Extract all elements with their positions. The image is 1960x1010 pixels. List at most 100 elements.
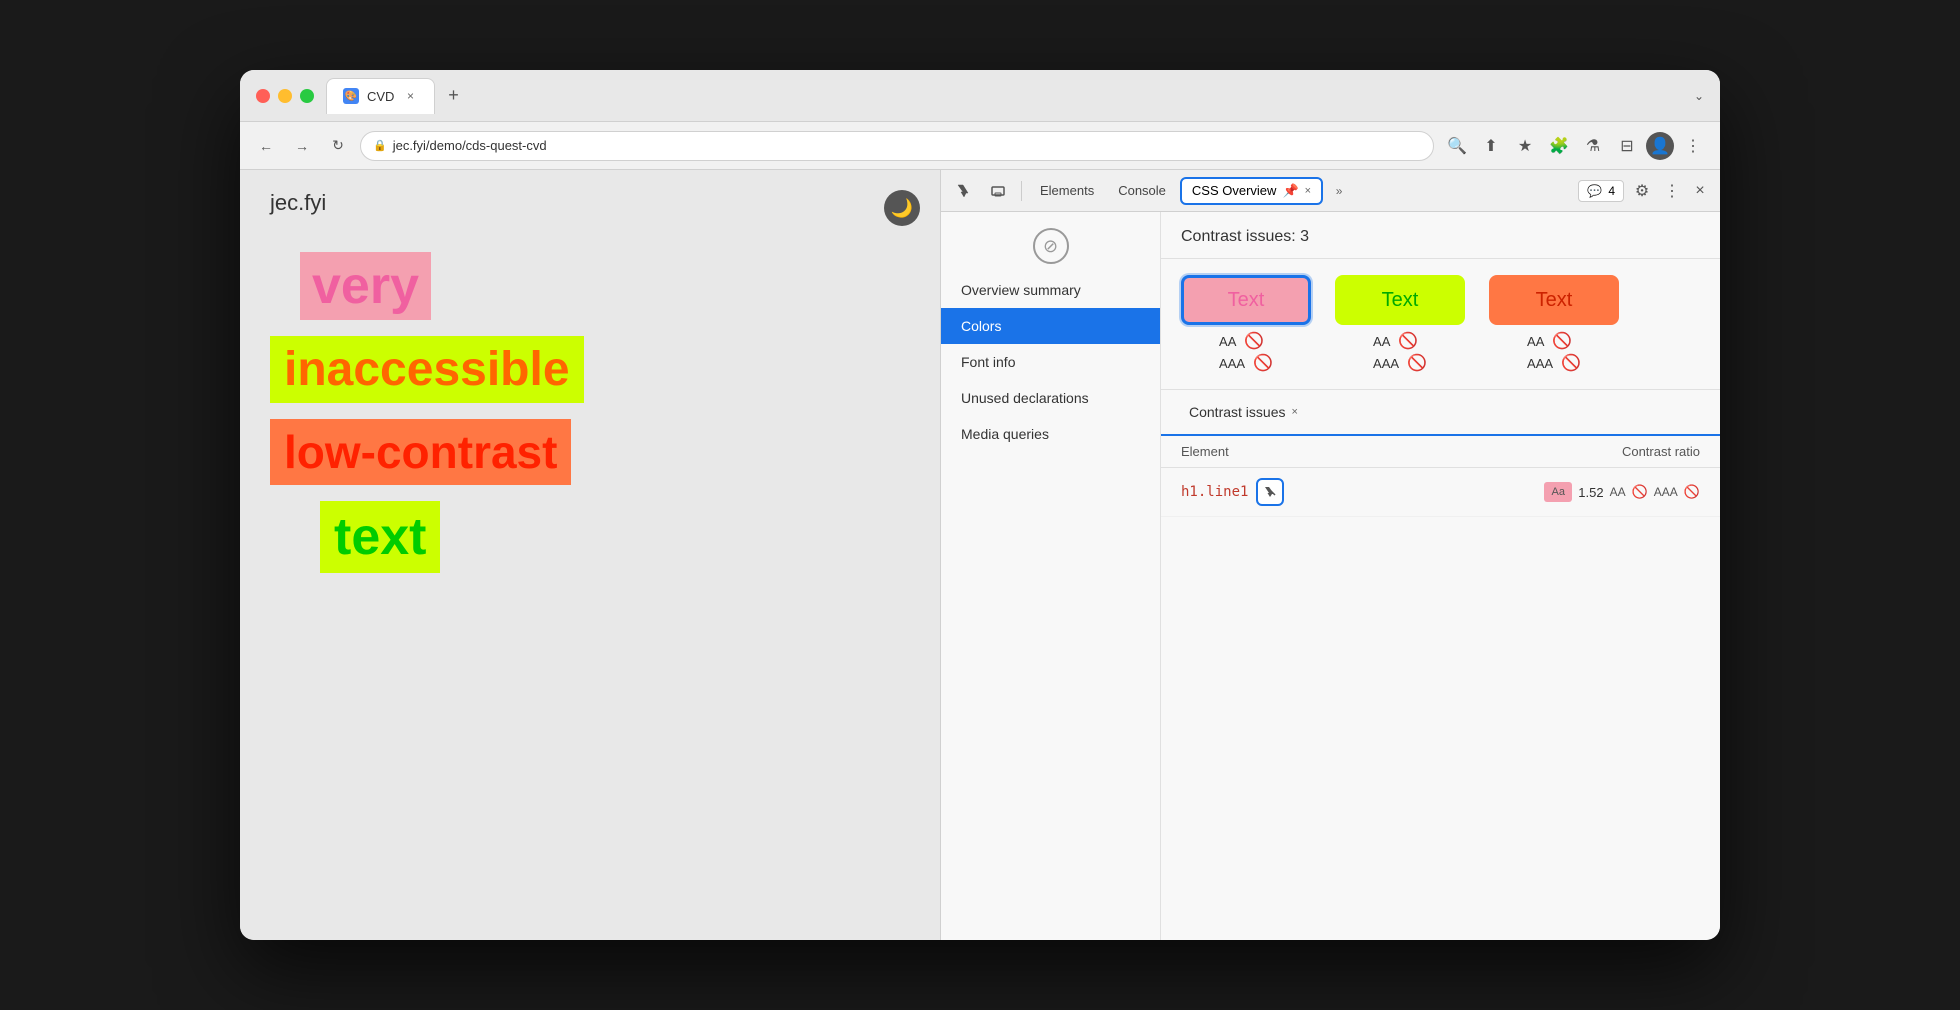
swatch-3-aaa-label: AAA	[1527, 356, 1553, 371]
devtools-panel: Elements Console CSS Overview 📌 × » 💬 4 …	[940, 170, 1720, 940]
swatch-1-aaa-label: AAA	[1219, 356, 1245, 371]
devtools-more-button[interactable]: ⋮	[1660, 179, 1684, 203]
sidebar-item-overview[interactable]: Overview summary	[941, 272, 1160, 308]
swatch-1: Text AA 🚫 AAA 🚫	[1181, 275, 1311, 373]
inspect-element-button[interactable]	[1256, 478, 1284, 506]
css-overview-tab[interactable]: CSS Overview 📌 ×	[1180, 177, 1323, 205]
share-button[interactable]: ⬆	[1476, 131, 1506, 161]
tab-close-button[interactable]: ×	[402, 88, 418, 104]
maximize-traffic-light[interactable]	[300, 89, 314, 103]
swatch-3: Text AA 🚫 AAA 🚫	[1489, 275, 1619, 373]
devtools-main-panel: Contrast issues: 3 Text AA 🚫	[1161, 212, 1720, 940]
toolbar-separator	[1021, 181, 1022, 201]
row-element: h1.line1	[1181, 478, 1500, 506]
notifications-badge[interactable]: 💬 4	[1578, 180, 1624, 202]
elements-tab[interactable]: Elements	[1030, 179, 1104, 202]
aa-fail-icon: 🚫	[1632, 484, 1648, 500]
aaa-fail-icon: 🚫	[1684, 484, 1700, 500]
bookmark-button[interactable]: ★	[1510, 131, 1540, 161]
minimize-traffic-light[interactable]	[278, 89, 292, 103]
search-button[interactable]: 🔍	[1442, 131, 1472, 161]
settings-button[interactable]: ⚙	[1628, 177, 1656, 205]
dark-mode-toggle[interactable]: 🌙	[884, 190, 920, 226]
badge-count: 4	[1608, 184, 1615, 198]
sidebar-item-media[interactable]: Media queries	[941, 416, 1160, 452]
content-area: jec.fyi 🌙 very inaccessible low-contrast…	[240, 170, 1720, 940]
more-vert-button[interactable]: ⋮	[1678, 131, 1708, 161]
traffic-lights	[256, 89, 314, 103]
swatch-2-text: Text	[1382, 289, 1419, 312]
contrast-table: Element Contrast ratio h1.line1	[1161, 436, 1720, 940]
swatch-box-3[interactable]: Text	[1489, 275, 1619, 325]
contrast-tab-label: Contrast issues	[1189, 404, 1285, 420]
sidebar-item-unused[interactable]: Unused declarations	[941, 380, 1160, 416]
new-tab-button[interactable]: +	[439, 82, 467, 110]
forward-button[interactable]: →	[288, 132, 316, 160]
css-overview-close[interactable]: ×	[1305, 185, 1311, 197]
nav-actions: 🔍 ⬆ ★ 🧩 ⚗ ⊟ 👤 ⋮	[1442, 131, 1708, 161]
title-bar: 🎨 CVD × + ⌄	[240, 70, 1720, 122]
aaa-label-row: AAA	[1654, 485, 1678, 499]
swatch-2-aaa-no: 🚫	[1407, 353, 1427, 373]
css-overview-label: CSS Overview	[1192, 183, 1277, 198]
swatch-1-text: Text	[1228, 289, 1265, 312]
swatch-2-aa-label: AA	[1373, 334, 1390, 349]
swatch-1-ratings: AA 🚫 AAA 🚫	[1219, 331, 1273, 373]
css-overview-pin-icon: 📌	[1282, 183, 1298, 199]
aa-color-swatch: Aa	[1544, 482, 1572, 502]
contrast-table-header: Contrast issues ×	[1161, 390, 1720, 436]
devtools-sidebar: ⊘ Overview summary Colors Font info Unus…	[941, 212, 1161, 940]
word-low-contrast: low-contrast	[270, 419, 571, 485]
swatch-1-aa-label: AA	[1219, 334, 1236, 349]
split-button[interactable]: ⊟	[1612, 131, 1642, 161]
sidebar-item-font[interactable]: Font info	[941, 344, 1160, 380]
nav-bar: ← → ↻ 🔒 jec.fyi/demo/cds-quest-cvd 🔍 ⬆ ★…	[240, 122, 1720, 170]
table-header: Element Contrast ratio	[1161, 436, 1720, 468]
swatch-2-aa-no: 🚫	[1398, 331, 1418, 351]
element-column-header: Element	[1181, 444, 1500, 459]
contrast-tab-close[interactable]: ×	[1291, 406, 1297, 418]
extensions-button[interactable]: 🧩	[1544, 131, 1574, 161]
ratio-value: 1.52	[1578, 485, 1603, 500]
ratio-column-header: Contrast ratio	[1500, 444, 1700, 459]
browser-window: 🎨 CVD × + ⌄ ← → ↻ 🔒 jec.fyi/demo/cds-que…	[240, 70, 1720, 940]
contrast-issues-tab[interactable]: Contrast issues ×	[1181, 400, 1306, 424]
console-tab[interactable]: Console	[1108, 179, 1176, 202]
swatch-2: Text AA 🚫 AAA 🚫	[1335, 275, 1465, 373]
swatch-2-aaa-label: AAA	[1373, 356, 1399, 371]
site-label: jec.fyi	[270, 190, 910, 216]
swatch-3-aaa-no: 🚫	[1561, 353, 1581, 373]
address-bar[interactable]: 🔒 jec.fyi/demo/cds-quest-cvd	[360, 131, 1434, 161]
more-button[interactable]: ⌄	[1694, 89, 1704, 103]
inspect-tool-button[interactable]	[949, 176, 979, 206]
swatch-3-aa-label: AA	[1527, 334, 1544, 349]
address-text: jec.fyi/demo/cds-quest-cvd	[393, 138, 1421, 153]
swatch-2-ratings: AA 🚫 AAA 🚫	[1373, 331, 1427, 373]
more-tabs-button[interactable]: »	[1327, 179, 1351, 203]
aa-label-row: AA	[1610, 485, 1626, 499]
swatch-3-aa-no: 🚫	[1552, 331, 1572, 351]
word-inaccessible: inaccessible	[270, 336, 584, 403]
swatch-box-1[interactable]: Text	[1181, 275, 1311, 325]
element-name: h1.line1	[1181, 484, 1248, 500]
devtools-body: ⊘ Overview summary Colors Font info Unus…	[941, 212, 1720, 940]
device-emulation-button[interactable]	[983, 176, 1013, 206]
back-button[interactable]: ←	[252, 132, 280, 160]
lock-icon: 🔒	[373, 139, 387, 152]
swatch-3-ratings: AA 🚫 AAA 🚫	[1527, 331, 1581, 373]
tab-bar: 🎨 CVD × +	[326, 78, 1682, 114]
lab-button[interactable]: ⚗	[1578, 131, 1608, 161]
close-traffic-light[interactable]	[256, 89, 270, 103]
reload-button[interactable]: ↻	[324, 132, 352, 160]
swatch-1-aa-no: 🚫	[1244, 331, 1264, 351]
devtools-toolbar: Elements Console CSS Overview 📌 × » 💬 4 …	[941, 170, 1720, 212]
profile-button[interactable]: 👤	[1646, 132, 1674, 160]
word-very: very	[300, 252, 431, 320]
swatch-box-2[interactable]: Text	[1335, 275, 1465, 325]
table-row: h1.line1 Aa	[1161, 468, 1720, 517]
blocked-icon: ⊘	[1033, 228, 1069, 264]
devtools-close-button[interactable]: ×	[1688, 179, 1712, 203]
active-tab[interactable]: 🎨 CVD ×	[326, 78, 435, 114]
sidebar-item-colors[interactable]: Colors	[941, 308, 1160, 344]
word-text: text	[320, 501, 440, 573]
